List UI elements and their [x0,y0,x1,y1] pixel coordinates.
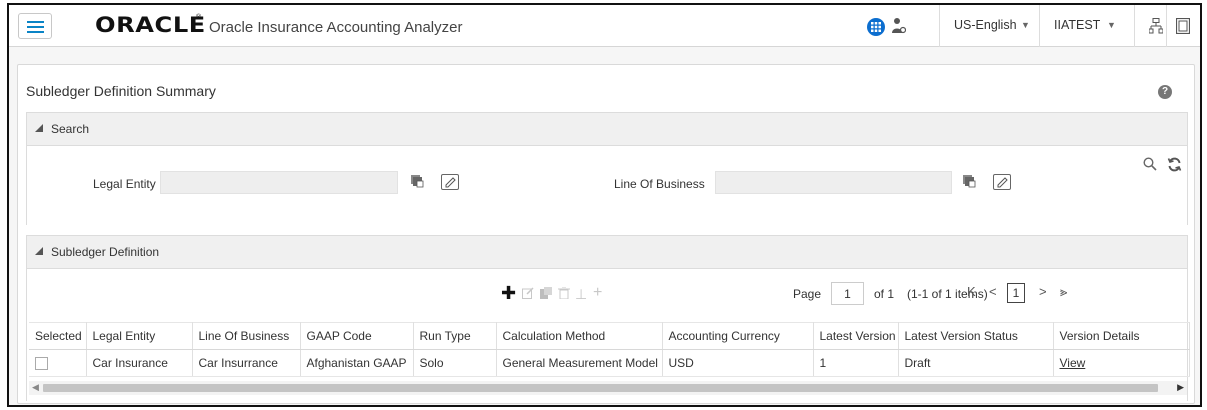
column-header-run-type[interactable]: Run Type [413,322,497,350]
search-body: Legal Entity Line Of Business [27,146,1187,225]
column-header-calculation-method[interactable]: Calculation Method [496,322,663,350]
previous-page-button[interactable]: < [989,284,997,299]
copy-icon[interactable] [540,286,552,302]
registered-mark: ® [196,14,202,21]
page-number-input[interactable] [831,282,864,305]
app-window: ORACLE ® Oracle Insurance Accounting Ana… [7,3,1202,407]
legal-entity-label: Legal Entity [93,177,156,191]
header-divider [939,5,940,47]
page-label: Page [793,287,822,301]
column-header-version-details[interactable]: Version Details [1053,322,1190,350]
collapse-triangle-icon[interactable] [35,247,43,255]
latest-version-cell: 1 [813,349,899,377]
add-icon[interactable]: ✚ [501,283,516,304]
reset-icon[interactable] [1167,157,1182,175]
hierarchy-browser-icon[interactable] [962,174,976,191]
view-link[interactable]: View [1060,356,1086,370]
line-of-business-edit-button[interactable] [993,174,1011,190]
legal-entity-input[interactable] [160,171,398,194]
language-dropdown-caret-icon[interactable]: ▼ [1021,20,1030,30]
calculation-method-cell: General Measurement Model [496,349,663,377]
column-header-accounting-currency[interactable]: Accounting Currency [662,322,814,350]
app-title: Oracle Insurance Accounting Analyzer [209,19,463,36]
add-version-icon[interactable]: + [593,284,602,302]
hierarchy-browser-icon[interactable] [410,174,424,191]
column-header-legal-entity[interactable]: Legal Entity [86,322,193,350]
horizontal-scrollbar[interactable]: ◀ ▶ [29,381,1187,395]
row-select-cell [29,349,87,377]
table-row[interactable]: Car Insurance Car Insurrance Afghanistan… [29,349,1190,377]
run-type-cell: Solo [413,349,497,377]
authorize-icon[interactable]: ⊥ [575,286,587,303]
document-icon[interactable] [1175,17,1191,37]
current-page-box[interactable]: 1 [1007,283,1025,303]
first-page-button[interactable]: K [967,284,976,299]
hamburger-menu-icon[interactable] [18,13,52,39]
grid-section-header[interactable]: Subledger Definition [27,236,1187,269]
search-icon[interactable] [1143,157,1157,174]
search-section-label: Search [51,122,90,136]
grid-body: ✚ ⊥ + Page of 1 (1-1 of 1 items) K < [27,269,1190,401]
table-header-row: Selected Legal Entity Line Of Business G… [29,322,1190,350]
header-divider [1039,5,1040,47]
apps-grid-icon[interactable] [867,18,885,36]
main-panel: Subledger Definition Summary ? Search Le… [17,64,1195,404]
latest-version-status-cell: Draft [898,349,1054,377]
header-divider [1166,5,1167,47]
column-header-line-of-business[interactable]: Line Of Business [192,322,301,350]
app-header: ORACLE ® Oracle Insurance Accounting Ana… [9,5,1200,47]
collapse-triangle-icon[interactable] [35,124,43,132]
scrollbar-thumb[interactable] [43,384,1158,392]
header-divider [1134,5,1135,47]
gaap-code-cell: Afghanistan GAAP [300,349,414,377]
accounting-currency-cell: USD [662,349,814,377]
user-menu[interactable]: IIATEST [1054,18,1100,32]
scroll-left-icon[interactable]: ◀ [32,382,39,393]
help-icon[interactable]: ? [1158,85,1172,99]
last-page-button[interactable]: ⪢ [1060,284,1067,300]
line-of-business-label: Line Of Business [614,177,705,191]
column-header-latest-version-status[interactable]: Latest Version Status [898,322,1054,350]
grid-section-label: Subledger Definition [51,245,160,259]
row-select-checkbox[interactable] [35,357,48,371]
delete-icon[interactable] [558,286,570,302]
user-dropdown-caret-icon[interactable]: ▼ [1107,20,1116,30]
search-section: Search Legal Entity Line Of Business [26,112,1188,225]
version-details-cell: View [1053,349,1190,377]
line-of-business-cell: Car Insurrance [192,349,301,377]
user-icon[interactable] [892,17,907,38]
next-page-button[interactable]: > [1039,284,1047,299]
edit-icon[interactable] [522,286,534,302]
sitemap-icon[interactable] [1148,18,1164,37]
scroll-right-icon[interactable]: ▶ [1177,382,1184,393]
legal-entity-cell: Car Insurance [86,349,193,377]
column-header-selected[interactable]: Selected [29,322,87,350]
line-of-business-input[interactable] [715,171,952,194]
subledger-definition-section: Subledger Definition ✚ ⊥ + Page 1 of 1 (… [26,235,1190,401]
page-count: of 1 [874,287,895,301]
column-header-latest-version[interactable]: Latest Version [813,322,899,350]
page-title: Subledger Definition Summary [26,83,216,99]
search-section-header[interactable]: Search [27,113,1187,146]
column-header-gaap-code[interactable]: GAAP Code [300,322,414,350]
subledger-table: Selected Legal Entity Line Of Business G… [29,322,1190,377]
legal-entity-edit-button[interactable] [441,174,459,190]
oracle-logo: ORACLE [95,13,206,37]
language-select[interactable]: US-English [954,18,1017,32]
